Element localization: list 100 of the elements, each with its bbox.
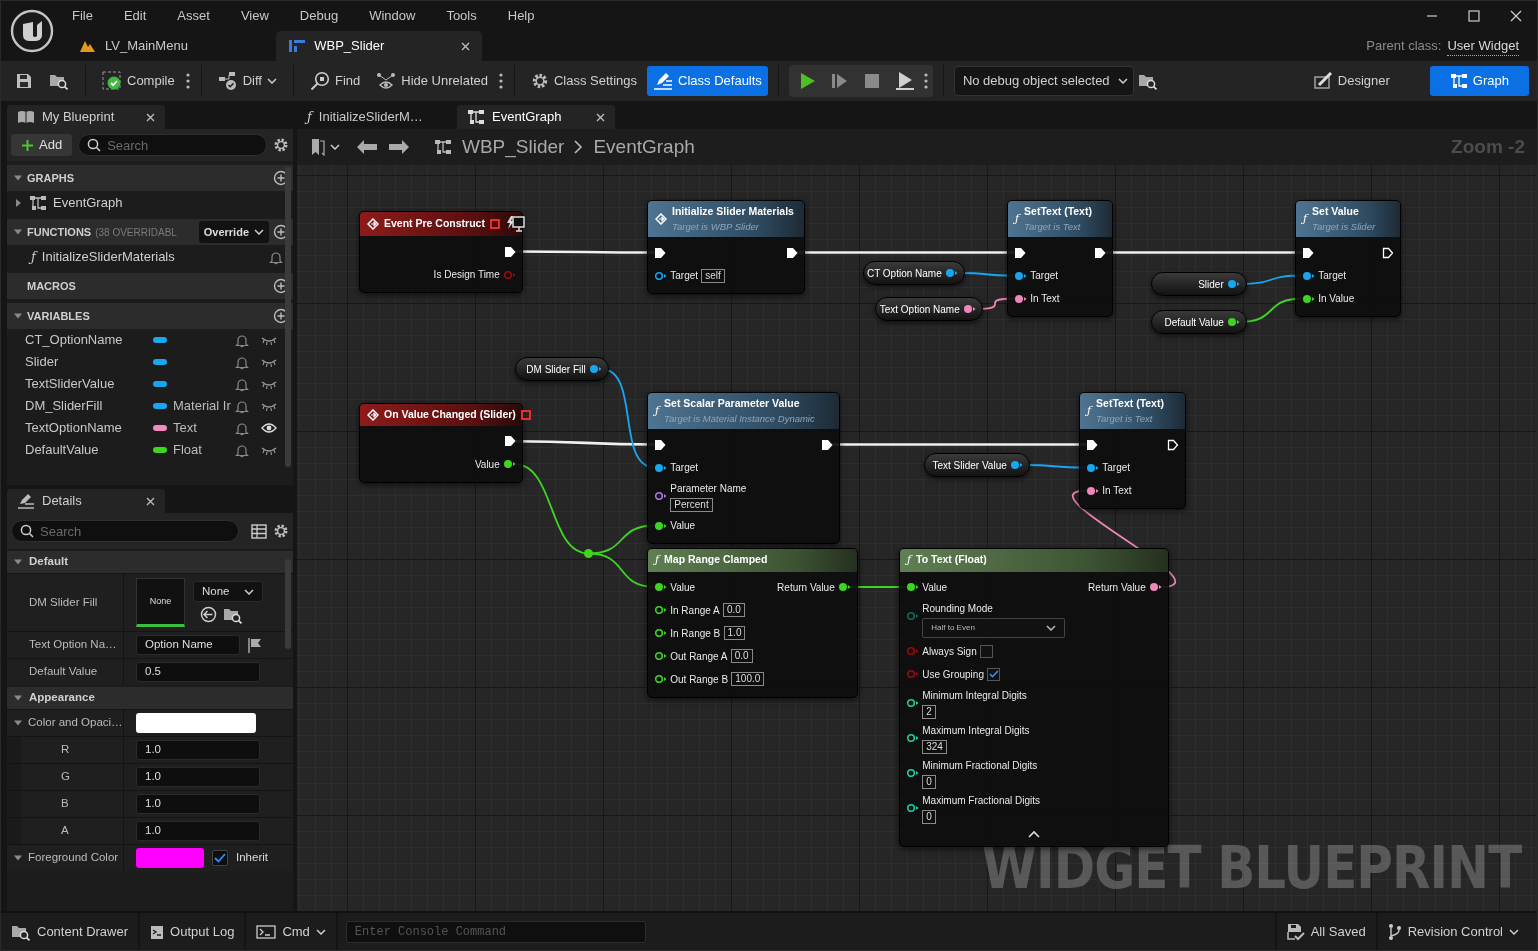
function-item[interactable]: InitializeSliderMaterials	[41, 247, 175, 267]
data-pin[interactable]	[906, 767, 919, 778]
data-pin[interactable]	[1302, 293, 1315, 304]
data-pin[interactable]	[906, 582, 919, 592]
delegate-pin[interactable]	[520, 409, 531, 420]
bell-icon[interactable]	[235, 376, 249, 392]
variable-name[interactable]: TextSliderValue	[25, 374, 149, 394]
output-log-button[interactable]: Output Log	[140, 913, 247, 950]
number-field[interactable]: 1.0	[136, 767, 260, 787]
value-field[interactable]: 0.0	[723, 603, 745, 617]
breadcrumb-item[interactable]: EventGraph	[593, 132, 695, 162]
graph-item[interactable]: EventGraph	[53, 193, 123, 213]
search-field[interactable]: Search	[11, 520, 239, 542]
content-drawer-button[interactable]: Content Drawer	[1, 913, 141, 950]
data-pin[interactable]	[654, 674, 667, 684]
data-pin[interactable]	[838, 582, 851, 592]
data-pin[interactable]	[1014, 293, 1027, 304]
panel-tab[interactable]: Details	[7, 489, 165, 513]
bell-icon[interactable]	[235, 442, 249, 458]
caret-down-icon[interactable]	[13, 173, 23, 183]
eye-open-icon[interactable]	[261, 422, 277, 434]
breadcrumb-item[interactable]: WBP_Slider	[462, 132, 565, 162]
menu-item[interactable]: Help	[498, 1, 544, 31]
number-field[interactable]: 1.0	[136, 821, 260, 841]
data-pin[interactable]	[589, 364, 602, 374]
more-options-icon[interactable]	[184, 72, 191, 90]
exec-pin[interactable]	[1014, 246, 1026, 259]
close-icon[interactable]	[1510, 10, 1522, 22]
browse-icon[interactable]	[49, 72, 69, 90]
class-defaults-button[interactable]: Class Defaults	[647, 66, 768, 96]
data-pin[interactable]	[906, 697, 919, 708]
variable-name[interactable]: DefaultValue	[25, 440, 149, 460]
exec-pin[interactable]	[1167, 438, 1179, 451]
cmd-dropdown[interactable]: Cmd	[246, 913, 338, 950]
event-node[interactable]: Event Pre Construct Is Design Time	[359, 211, 523, 293]
bell-icon[interactable]	[235, 398, 249, 414]
data-pin[interactable]	[945, 268, 958, 278]
data-pin[interactable]	[906, 802, 919, 813]
asset-thumbnail[interactable]: None	[136, 578, 185, 627]
back-arrow-icon[interactable]	[356, 139, 378, 155]
class-settings-button[interactable]: Class Settings	[524, 66, 644, 96]
close-icon[interactable]	[596, 112, 605, 122]
variable-name[interactable]: DM_SliderFill	[25, 396, 149, 416]
bell-icon[interactable]	[269, 249, 283, 265]
close-icon[interactable]	[146, 496, 155, 506]
data-pin[interactable]	[1010, 460, 1023, 470]
exec-pin[interactable]	[821, 438, 833, 451]
exec-pin[interactable]	[504, 435, 516, 448]
data-pin[interactable]	[1149, 582, 1162, 592]
menu-item[interactable]: Debug	[290, 1, 348, 31]
exec-pin[interactable]	[786, 246, 798, 259]
checkbox[interactable]	[979, 644, 993, 658]
menu-item[interactable]: Edit	[114, 1, 156, 31]
variable-node[interactable]: Slider	[1151, 272, 1247, 296]
add-button[interactable]: Add	[11, 134, 73, 156]
data-pin[interactable]	[654, 270, 667, 281]
debug-object-dropdown[interactable]: No debug object selected	[953, 66, 1134, 96]
data-pin[interactable]	[906, 732, 919, 743]
logo-icon[interactable]	[10, 9, 54, 53]
arrow-left-circle-icon[interactable]	[199, 605, 217, 623]
value-field[interactable]: 324	[922, 739, 947, 754]
value-field[interactable]: 100.0	[731, 672, 765, 686]
variable-node[interactable]: Text Option Name	[875, 297, 983, 321]
caret-down-icon[interactable]	[13, 227, 23, 237]
more-options-icon[interactable]	[497, 72, 504, 90]
browse-icon[interactable]	[1137, 72, 1158, 90]
forward-arrow-icon[interactable]	[388, 139, 410, 155]
exec-pin[interactable]	[1302, 246, 1314, 259]
data-pin[interactable]	[963, 304, 976, 314]
asset-dropdown[interactable]: None	[193, 581, 263, 603]
settings-icon[interactable]	[273, 137, 289, 153]
number-field[interactable]: 1.0	[136, 740, 260, 760]
document-tab[interactable]: WBP_Slider	[276, 31, 483, 61]
graph-tab[interactable]: EventGraph	[457, 105, 615, 129]
menu-item[interactable]: File	[63, 1, 102, 31]
maximize-icon[interactable]	[1468, 10, 1480, 22]
exec-pin[interactable]	[1094, 246, 1106, 259]
number-field[interactable]: 1.0	[136, 794, 260, 814]
number-field[interactable]: 0.5	[136, 662, 260, 682]
checkbox[interactable]	[212, 850, 228, 866]
data-pin[interactable]	[654, 582, 667, 592]
table-view-icon[interactable]	[251, 523, 267, 539]
exec-pin[interactable]	[504, 245, 516, 258]
caret-down-icon[interactable]	[13, 853, 23, 863]
bell-icon[interactable]	[235, 420, 249, 436]
flag-icon[interactable]	[248, 637, 262, 653]
menu-item[interactable]: Window	[360, 1, 425, 31]
data-pin[interactable]	[503, 459, 516, 470]
data-pin[interactable]	[654, 462, 667, 473]
document-tab[interactable]: LV_MainMenu	[67, 31, 273, 61]
hide-unrelated-button[interactable]: Hide Unrelated	[370, 66, 494, 96]
more-options-icon[interactable]	[922, 72, 929, 90]
bell-icon[interactable]	[235, 354, 249, 370]
diff-button[interactable]: Diff	[211, 66, 283, 96]
graph-canvas[interactable]	[297, 129, 1537, 911]
data-pin[interactable]	[654, 520, 667, 531]
value-field[interactable]: self	[701, 268, 725, 283]
data-pin[interactable]	[1086, 485, 1099, 496]
exec-pin[interactable]	[1382, 246, 1394, 259]
value-field[interactable]: 2	[922, 704, 936, 719]
